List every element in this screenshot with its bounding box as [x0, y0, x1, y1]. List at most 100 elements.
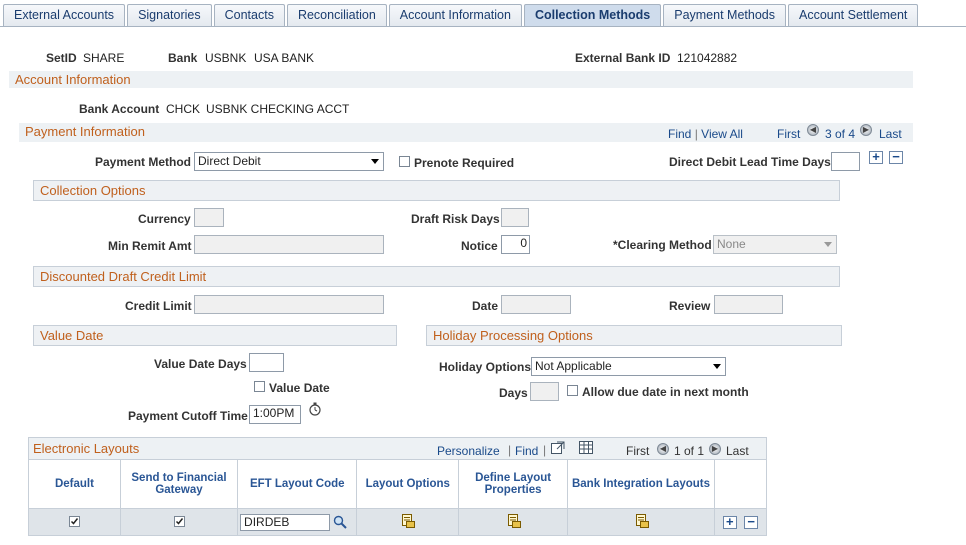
- download-grid-icon[interactable]: [579, 441, 593, 454]
- previous-icon[interactable]: ◀: [657, 443, 669, 455]
- clearing-method-select[interactable]: None: [713, 235, 837, 254]
- column-header-send-financial-gateway[interactable]: Send to Financial Gateway: [119, 459, 239, 509]
- nav-separator: |: [694, 127, 698, 141]
- prenote-required-label: Prenote Required: [414, 156, 515, 170]
- send-fin-gateway-checkbox[interactable]: [173, 516, 185, 527]
- bank-integration-layouts-icon[interactable]: [635, 513, 649, 528]
- bank-integration-layouts-cell: [567, 508, 715, 536]
- tab-account-information[interactable]: Account Information: [388, 4, 522, 26]
- chevron-down-icon: [713, 364, 721, 369]
- column-header-layout-options[interactable]: Layout Options: [356, 459, 460, 509]
- column-header-actions: [713, 459, 768, 509]
- date-input[interactable]: [501, 295, 571, 314]
- setid-label: SetID: [46, 51, 77, 65]
- delete-grid-row-button[interactable]: −: [744, 515, 759, 530]
- tab-bar: External Accounts Signatories Contacts R…: [3, 4, 920, 27]
- currency-input[interactable]: [194, 208, 224, 227]
- value-date-checkbox[interactable]: [254, 381, 265, 392]
- review-input[interactable]: [714, 295, 783, 314]
- clearing-method-value: None: [717, 237, 746, 251]
- add-row-button[interactable]: +: [869, 150, 883, 164]
- grid-find-link[interactable]: Find: [515, 444, 538, 458]
- column-header-bank-integration-layouts[interactable]: Bank Integration Layouts: [567, 459, 715, 509]
- table-row: DIRDEB + −: [28, 508, 768, 536]
- last-link[interactable]: Last: [879, 127, 902, 141]
- grid-row-counter: 1 of 1: [674, 444, 705, 458]
- date-label: Date: [472, 299, 499, 313]
- grid-last-link[interactable]: Last: [726, 444, 749, 458]
- personalize-link[interactable]: Personalize: [437, 444, 500, 458]
- allow-due-date-checkbox[interactable]: [567, 385, 578, 396]
- clearing-method-label: *Clearing Method: [613, 238, 712, 252]
- first-link[interactable]: First: [777, 127, 800, 141]
- view-all-link[interactable]: View All: [701, 127, 743, 141]
- holiday-options-value: Not Applicable: [535, 359, 612, 373]
- tab-external-accounts[interactable]: External Accounts: [3, 4, 126, 26]
- grid-first-link[interactable]: First: [626, 444, 649, 458]
- delete-row-button[interactable]: −: [889, 150, 903, 164]
- lead-time-label: Direct Debit Lead Time Days: [669, 155, 831, 169]
- find-link[interactable]: Find: [668, 127, 691, 141]
- define-layout-properties-icon[interactable]: [507, 513, 521, 528]
- view-all-icon[interactable]: [551, 441, 565, 454]
- tab-contacts[interactable]: Contacts: [213, 4, 285, 26]
- holiday-processing-header: Holiday Processing Options: [426, 325, 842, 346]
- next-icon[interactable]: ▶: [709, 443, 721, 455]
- eft-layout-code-cell: DIRDEB: [237, 508, 358, 536]
- account-information-header: Account Information: [9, 71, 913, 88]
- electronic-layouts-title: Electronic Layouts: [33, 441, 140, 456]
- holiday-days-label: Days: [499, 386, 528, 400]
- chevron-down-icon: [371, 159, 379, 164]
- bank-account-desc: USBNK CHECKING ACCT: [206, 102, 350, 116]
- payment-method-value: Direct Debit: [198, 154, 261, 168]
- payment-method-select[interactable]: Direct Debit: [194, 152, 384, 171]
- external-bank-id-value: 121042882: [677, 51, 738, 65]
- tab-account-settlement[interactable]: Account Settlement: [787, 4, 919, 26]
- electronic-layouts-grid: Default Send to Financial Gateway EFT La…: [28, 459, 768, 536]
- default-checkbox[interactable]: [68, 516, 80, 527]
- column-header-default[interactable]: Default: [28, 459, 121, 509]
- payment-cutoff-input[interactable]: 1:00PM: [249, 405, 301, 424]
- tab-payment-methods[interactable]: Payment Methods: [663, 4, 786, 26]
- draft-risk-days-input[interactable]: [501, 208, 529, 227]
- add-grid-row-button[interactable]: +: [722, 515, 737, 530]
- eft-layout-code-input[interactable]: DIRDEB: [240, 513, 331, 531]
- lead-time-input[interactable]: [831, 152, 860, 171]
- value-date-days-input[interactable]: [249, 353, 284, 372]
- notice-label: Notice: [461, 239, 498, 253]
- column-header-eft-layout-code[interactable]: EFT Layout Code: [237, 459, 358, 509]
- electronic-layouts-bar: Electronic Layouts Personalize | Find | …: [28, 437, 767, 460]
- draft-risk-days-label: Draft Risk Days: [411, 212, 500, 226]
- value-date-header: Value Date: [33, 325, 397, 346]
- layout-options-cell: [356, 508, 460, 536]
- credit-limit-input[interactable]: [194, 295, 384, 314]
- prenote-required-checkbox[interactable]: [399, 156, 410, 167]
- define-layout-properties-cell: [458, 508, 569, 536]
- holiday-days-input[interactable]: [530, 382, 559, 401]
- row-actions-cell: + −: [713, 508, 768, 536]
- row-counter: 3 of 4: [825, 127, 856, 141]
- layout-options-icon[interactable]: [401, 513, 416, 528]
- value-date-checkbox-label: Value Date: [269, 381, 330, 395]
- tab-signatories[interactable]: Signatories: [127, 4, 212, 26]
- holiday-options-select[interactable]: Not Applicable: [531, 357, 726, 376]
- clock-icon[interactable]: [308, 402, 322, 416]
- credit-limit-label: Credit Limit: [125, 299, 192, 313]
- chevron-down-icon: [824, 242, 832, 247]
- next-icon[interactable]: ▶: [860, 124, 872, 136]
- tab-reconciliation[interactable]: Reconciliation: [286, 4, 387, 26]
- payment-cutoff-label: Payment Cutoff Time: [128, 409, 248, 423]
- search-icon[interactable]: [333, 515, 348, 529]
- bank-code: USBNK: [205, 51, 247, 65]
- payment-method-label: Payment Method: [95, 155, 192, 169]
- collection-options-header: Collection Options: [33, 180, 840, 201]
- tab-collection-methods[interactable]: Collection Methods: [523, 4, 662, 27]
- nav-separator: |: [543, 443, 547, 457]
- previous-icon[interactable]: ◀: [807, 124, 819, 136]
- min-remit-input[interactable]: [194, 235, 384, 254]
- holiday-options-label: Holiday Options: [439, 360, 532, 374]
- bank-account-label: Bank Account: [79, 102, 160, 116]
- allow-due-date-label: Allow due date in next month: [582, 385, 749, 399]
- column-header-define-layout-properties[interactable]: Define Layout Properties: [458, 459, 569, 509]
- notice-input[interactable]: 0: [501, 235, 530, 254]
